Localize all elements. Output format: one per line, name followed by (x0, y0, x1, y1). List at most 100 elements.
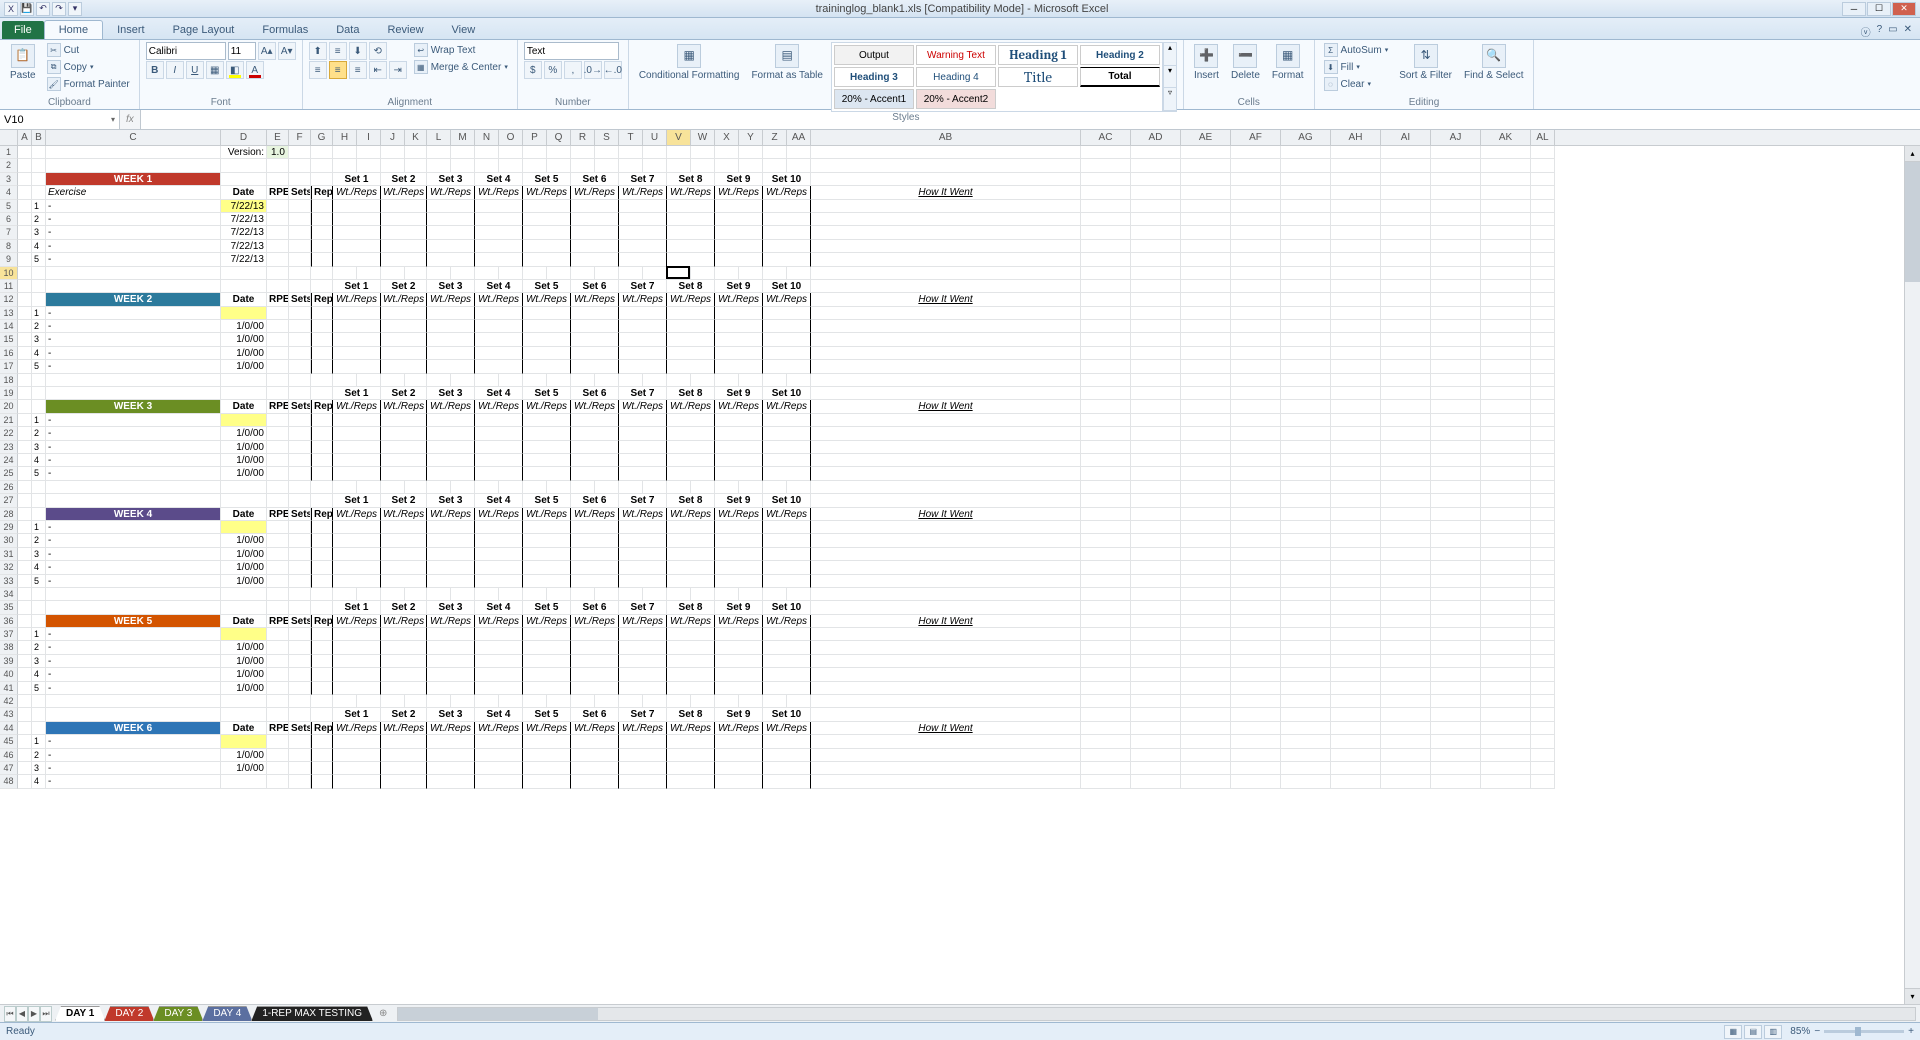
cell[interactable] (667, 159, 691, 172)
row-header[interactable]: 10 (0, 267, 18, 280)
cell[interactable] (1481, 534, 1531, 547)
row-header[interactable]: 43 (0, 708, 18, 721)
cell[interactable] (1281, 762, 1331, 775)
cell[interactable] (739, 481, 763, 494)
cell[interactable] (1331, 775, 1381, 788)
cell[interactable] (1431, 280, 1481, 293)
col-header-Q[interactable]: Q (547, 130, 571, 145)
cell[interactable] (221, 414, 267, 427)
cell[interactable] (1431, 534, 1481, 547)
cell[interactable]: Wt./Reps (475, 615, 523, 628)
cell[interactable] (1231, 641, 1281, 654)
cell[interactable]: Wt./Reps (763, 508, 811, 521)
cell[interactable] (619, 213, 667, 226)
cell[interactable] (691, 146, 715, 159)
cell[interactable] (1481, 307, 1531, 320)
cell[interactable]: WEEK 5 (46, 615, 221, 628)
cell[interactable]: RPE (267, 508, 289, 521)
cell[interactable] (1531, 213, 1555, 226)
cell[interactable] (311, 588, 333, 601)
cell[interactable] (289, 307, 311, 320)
cell[interactable] (763, 682, 811, 695)
cell[interactable] (267, 534, 289, 547)
cell[interactable] (571, 521, 619, 534)
cell[interactable] (1181, 722, 1231, 735)
cell[interactable] (381, 240, 427, 253)
cell[interactable] (739, 146, 763, 159)
cell[interactable] (267, 735, 289, 748)
cell[interactable] (475, 347, 523, 360)
cell[interactable] (1281, 280, 1331, 293)
cell[interactable] (381, 588, 405, 601)
row-header[interactable]: 41 (0, 682, 18, 695)
cell[interactable] (427, 467, 475, 480)
border-button[interactable]: ▦ (206, 61, 224, 79)
cell[interactable] (18, 508, 32, 521)
cell[interactable]: Set 10 (763, 387, 811, 400)
row-header[interactable]: 27 (0, 494, 18, 507)
cell[interactable] (811, 494, 1081, 507)
cell[interactable] (1181, 682, 1231, 695)
cell[interactable] (1231, 307, 1281, 320)
cell[interactable] (18, 722, 32, 735)
cell[interactable] (1231, 628, 1281, 641)
cell[interactable] (1181, 494, 1231, 507)
cell[interactable] (1431, 226, 1481, 239)
cell[interactable] (311, 601, 333, 614)
cell[interactable] (357, 588, 381, 601)
tab-formulas[interactable]: Formulas (248, 21, 322, 39)
row-header[interactable]: 22 (0, 427, 18, 440)
cell[interactable] (267, 749, 289, 762)
cell[interactable] (1181, 655, 1231, 668)
select-all-corner[interactable] (0, 130, 18, 145)
cell[interactable] (667, 307, 715, 320)
cell[interactable]: Wt./Reps (715, 400, 763, 413)
cell[interactable] (1481, 508, 1531, 521)
cell[interactable] (1131, 668, 1181, 681)
cell[interactable] (1281, 159, 1331, 172)
zoom-in-icon[interactable]: + (1908, 1026, 1914, 1037)
cell[interactable] (1181, 628, 1231, 641)
cell[interactable] (289, 454, 311, 467)
cell[interactable] (619, 427, 667, 440)
cell[interactable] (381, 360, 427, 373)
cell[interactable]: Wt./Reps (715, 293, 763, 306)
style-warning[interactable]: Warning Text (916, 45, 996, 65)
cell[interactable]: Reps (311, 615, 333, 628)
cell[interactable] (427, 762, 475, 775)
cell[interactable] (1131, 441, 1181, 454)
cell[interactable] (811, 467, 1081, 480)
cell[interactable] (311, 708, 333, 721)
cell[interactable] (763, 320, 811, 333)
cell[interactable] (667, 347, 715, 360)
insert-cells-button[interactable]: ➕Insert (1190, 42, 1223, 83)
col-header-P[interactable]: P (523, 130, 547, 145)
tab-insert[interactable]: Insert (103, 21, 159, 39)
cell[interactable] (523, 775, 571, 788)
cell[interactable] (381, 534, 427, 547)
cell[interactable] (1531, 173, 1555, 186)
cell[interactable] (18, 641, 32, 654)
cell[interactable]: - (46, 320, 221, 333)
cell[interactable] (1431, 508, 1481, 521)
cell[interactable] (1481, 588, 1531, 601)
cell[interactable] (787, 146, 811, 159)
cell[interactable] (289, 481, 311, 494)
cell[interactable] (32, 615, 46, 628)
cell[interactable] (1331, 240, 1381, 253)
cell[interactable]: Date (221, 615, 267, 628)
cell[interactable] (1431, 695, 1481, 708)
sheet-tab[interactable]: DAY 3 (153, 1006, 203, 1021)
cell[interactable] (619, 775, 667, 788)
cell[interactable] (475, 628, 523, 641)
row-header[interactable]: 47 (0, 762, 18, 775)
cell[interactable] (333, 441, 381, 454)
cell[interactable] (333, 253, 381, 266)
cell[interactable] (571, 441, 619, 454)
cell[interactable] (427, 561, 475, 574)
cell[interactable] (357, 267, 381, 280)
cell[interactable] (333, 360, 381, 373)
cell[interactable] (1281, 668, 1331, 681)
cell[interactable] (427, 240, 475, 253)
cell[interactable]: Set 7 (619, 494, 667, 507)
